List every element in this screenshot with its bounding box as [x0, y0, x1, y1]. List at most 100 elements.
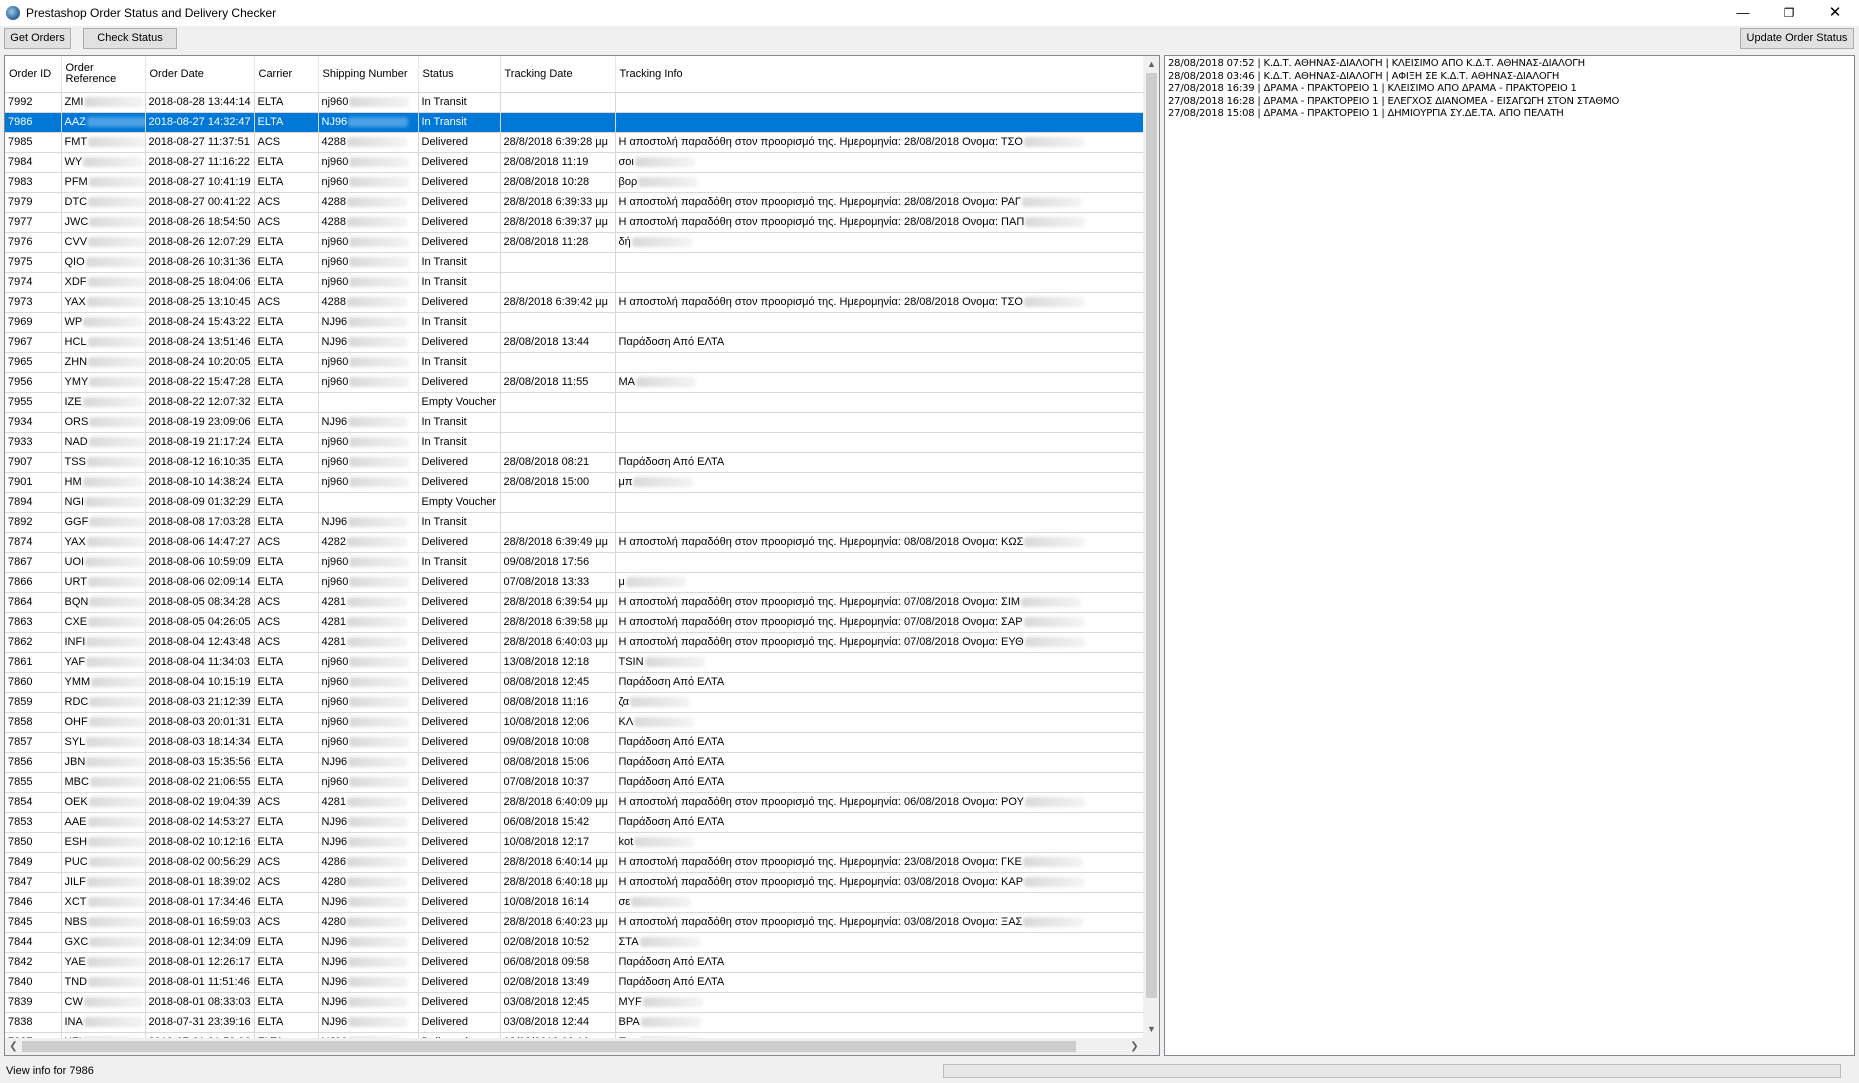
cell-text: ELTA: [257, 756, 284, 768]
table-row[interactable]: 7847 JILF 2018-08-01 18:39:02 ACS 4280 Delive…: [5, 872, 1143, 893]
table-row[interactable]: 7858 OHF 2018-08-03 20:01:31 ELTA nj960 Deliv…: [5, 712, 1143, 733]
table-row[interactable]: 7853 AAE 2018-08-02 14:53:27 ELTA NJ96 Delive…: [5, 812, 1143, 833]
horizontal-scrollbar[interactable]: ❮ ❯: [5, 1038, 1143, 1055]
table-row[interactable]: 7849 PUC 2018-08-02 00:56:29 ACS 4286 Deliver…: [5, 852, 1143, 873]
table-row[interactable]: 7975 QIO 2018-08-26 10:31:36 ELTA nj960 In Tr…: [5, 252, 1143, 273]
table-row[interactable]: 7859 RDC 2018-08-03 21:12:39 ELTA nj960 Deliv…: [5, 692, 1143, 713]
table-row[interactable]: 7969 WP 2018-08-24 15:43:22 ELTA NJ96 In Tran…: [5, 312, 1143, 333]
vertical-scroll-thumb[interactable]: [1146, 73, 1157, 998]
table-row[interactable]: 7861 YAF 2018-08-04 11:34:03 ELTA nj960 Deliv…: [5, 652, 1143, 673]
table-cell: CVV: [61, 232, 146, 253]
minimize-button[interactable]: —: [1720, 0, 1766, 26]
cell-text: Η αποστολή παραδόθη στον προορισμό της. …: [618, 856, 1022, 868]
cell-text: 7975: [8, 256, 33, 268]
cell-text: ELTA: [257, 656, 284, 668]
table-row[interactable]: 7867 UOI 2018-08-06 10:59:09 ELTA nj960 In Tr…: [5, 552, 1143, 573]
column-header[interactable]: Tracking Info: [615, 56, 1143, 93]
table-row[interactable]: 7863 CXE 2018-08-05 04:26:05 ACS 4281 Deliver…: [5, 612, 1143, 633]
table-row[interactable]: 7840 TND 2018-08-01 11:51:46 ELTA NJ96 Delive…: [5, 972, 1143, 993]
table-row[interactable]: 7844 GXC 2018-08-01 12:34:09 ELTA NJ96 Delive…: [5, 932, 1143, 953]
table-row[interactable]: 7973 YAX 2018-08-25 13:10:45 ACS 4288 Deliver…: [5, 292, 1143, 313]
cell-text: ELTA: [257, 276, 284, 288]
scroll-left-icon[interactable]: ❮: [5, 1038, 22, 1055]
column-header[interactable]: Order ID: [5, 56, 62, 93]
table-row[interactable]: 7894 NGI 2018-08-09 01:32:29 ELTA Empty Vouc…: [5, 492, 1143, 513]
table-cell: Delivered: [418, 1012, 501, 1033]
scroll-down-icon[interactable]: ▼: [1143, 1021, 1159, 1038]
table-cell: 4288: [318, 192, 419, 213]
table-row[interactable]: 7985 FMT 2018-08-27 11:37:51 ACS 4288 Deliver…: [5, 132, 1143, 153]
table-cell: nj960: [318, 232, 419, 253]
table-cell: 2018-08-24 10:20:05: [145, 352, 255, 373]
table-row[interactable]: 7855 MBC 2018-08-02 21:06:55 ELTA nj960 Deliv…: [5, 772, 1143, 793]
horizontal-scroll-thumb[interactable]: [22, 1041, 1076, 1052]
table-cell: IZE: [61, 392, 146, 413]
update-order-status-button[interactable]: Update Order Status: [1740, 28, 1854, 49]
table-row[interactable]: 7862 INFI 2018-08-04 12:43:48 ACS 4281 Delive…: [5, 632, 1143, 653]
table-row[interactable]: 7856 JBN 2018-08-03 15:35:56 ELTA NJ96 Delive…: [5, 752, 1143, 773]
table-row[interactable]: 7955 IZE 2018-08-22 12:07:32 ELTA Empty Vouc…: [5, 392, 1143, 413]
cell-text: 2018-08-01 12:26:17: [148, 956, 251, 968]
table-row[interactable]: 7854 OEK 2018-08-02 19:04:39 ACS 4281 Deliver…: [5, 792, 1143, 813]
table-row[interactable]: 7838 INA 2018-07-31 23:39:16 ELTA NJ96 Delive…: [5, 1012, 1143, 1033]
table-row[interactable]: 7907 TSS 2018-08-12 16:10:35 ELTA nj960 Deliv…: [5, 452, 1143, 473]
table-row[interactable]: 7892 GGF 2018-08-08 17:03:28 ELTA NJ96 In Tra…: [5, 512, 1143, 533]
scroll-up-icon[interactable]: ▲: [1143, 56, 1159, 73]
redacted-blur: [88, 237, 144, 248]
close-button[interactable]: ✕: [1812, 0, 1858, 26]
table-row[interactable]: 7992 ZMI 2018-08-28 13:44:14 ELTA nj960 In Tr…: [5, 92, 1143, 113]
check-status-button[interactable]: Check Status: [83, 28, 177, 49]
table-row[interactable]: 7965 ZHN 2018-08-24 10:20:05 ELTA nj960 In Tr…: [5, 352, 1143, 373]
table-row[interactable]: 7846 XCT 2018-08-01 17:34:46 ELTA NJ96 Delive…: [5, 892, 1143, 913]
table-row[interactable]: 7864 BQN 2018-08-05 08:34:28 ACS 4281 Deliver…: [5, 592, 1143, 613]
cell-text: Παράδοση Από ΕΛΤΑ: [618, 976, 725, 988]
cell-text: In Transit: [421, 276, 467, 288]
table-row[interactable]: 7983 PFM 2018-08-27 10:41:19 ELTA nj960 Deliv…: [5, 172, 1143, 193]
orders-grid[interactable]: Order ID Order Reference Order Date Carrier…: [4, 55, 1160, 1056]
table-row[interactable]: 7901 HM 2018-08-10 14:38:24 ELTA nj960 Delive…: [5, 472, 1143, 493]
cell-text: Delivered: [421, 476, 468, 488]
tracking-log-panel[interactable]: 28/08/2018 07:52 | Κ.Δ.Τ. ΑΘΗΝΑΣ-ΔΙΑΛΟΓΗ…: [1164, 55, 1855, 1056]
table-row[interactable]: 7967 HCL 2018-08-24 13:51:46 ELTA NJ96 Delive…: [5, 332, 1143, 353]
table-cell: ELTA: [254, 492, 319, 513]
redacted-blur: [89, 597, 144, 608]
table-row[interactable]: 7984 WY 2018-08-27 11:16:22 ELTA nj960 Delive…: [5, 152, 1143, 173]
column-header[interactable]: Carrier: [254, 56, 319, 93]
vertical-scrollbar[interactable]: ▲ ▼: [1143, 56, 1159, 1038]
column-header[interactable]: Tracking Date: [500, 56, 616, 93]
table-row[interactable]: 7845 NBS 2018-08-01 16:59:03 ACS 4280 Deliver…: [5, 912, 1143, 933]
get-orders-button[interactable]: Get Orders: [4, 28, 71, 49]
table-row[interactable]: 7842 YAE 2018-08-01 12:26:17 ELTA NJ96 Delive…: [5, 952, 1143, 973]
cell-text: 7973: [8, 296, 33, 308]
redacted-blur: [346, 597, 407, 608]
table-row[interactable]: 7977 JWC 2018-08-26 18:54:50 ACS 4288 Deliver…: [5, 212, 1143, 233]
table-row[interactable]: 7976 CVV 2018-08-26 12:07:29 ELTA nj960 Deliv…: [5, 232, 1143, 253]
table-row[interactable]: 7933 NAD 2018-08-19 21:17:24 ELTA nj960 In Tr…: [5, 432, 1143, 453]
cell-text: 2018-08-05 08:34:28: [148, 596, 251, 608]
table-row[interactable]: 7839 CW 2018-08-01 08:33:03 ELTA NJ96 Deliver…: [5, 992, 1143, 1013]
table-cell: Η αποστολή παραδόθη στον προορισμό της. …: [615, 912, 1143, 933]
table-row[interactable]: 7857 SYL 2018-08-03 18:14:34 ELTA nj960 Deliv…: [5, 732, 1143, 753]
cell-text: 2018-08-24 10:20:05: [148, 356, 251, 368]
column-header[interactable]: Order Reference: [61, 56, 146, 93]
table-row[interactable]: 7979 DTC 2018-08-27 00:41:22 ACS 4288 Deliver…: [5, 192, 1143, 213]
table-row[interactable]: 7974 XDF 2018-08-25 18:04:06 ELTA nj960 In Tr…: [5, 272, 1143, 293]
table-row[interactable]: 7986 AAZ 2018-08-27 14:32:47 ELTA NJ96 In Tra…: [5, 112, 1143, 133]
column-header[interactable]: Shipping Number: [318, 56, 419, 93]
redacted-blur: [349, 357, 410, 368]
scroll-right-icon[interactable]: ❯: [1126, 1038, 1143, 1055]
cell-text: 7894: [8, 496, 33, 508]
column-header[interactable]: Status: [418, 56, 501, 93]
table-row[interactable]: 7934 ORS 2018-08-19 23:09:06 ELTA NJ96 In Tra…: [5, 412, 1143, 433]
table-row[interactable]: 7956 YMY 2018-08-22 15:47:28 ELTA nj960 Deliv…: [5, 372, 1143, 393]
table-cell: 28/8/2018 6:40:03 μμ: [500, 632, 616, 653]
table-row[interactable]: 7850 ESH 2018-08-02 10:12:16 ELTA NJ96 Delive…: [5, 832, 1143, 853]
table-row[interactable]: 7860 YMM 2018-08-04 10:15:19 ELTA nj960 Deliv…: [5, 672, 1143, 693]
table-row[interactable]: 7866 URT 2018-08-06 02:09:14 ELTA nj960 Deliv…: [5, 572, 1143, 593]
table-row[interactable]: 7874 YAX 2018-08-06 14:47:27 ACS 4282 Deliver…: [5, 532, 1143, 553]
maximize-button[interactable]: ❐: [1766, 0, 1812, 26]
table-cell: 28/08/2018 11:55: [500, 372, 616, 393]
column-header[interactable]: Order Date: [145, 56, 255, 93]
table-cell: NJ96: [318, 832, 419, 853]
cell-text: ACS: [257, 216, 281, 228]
